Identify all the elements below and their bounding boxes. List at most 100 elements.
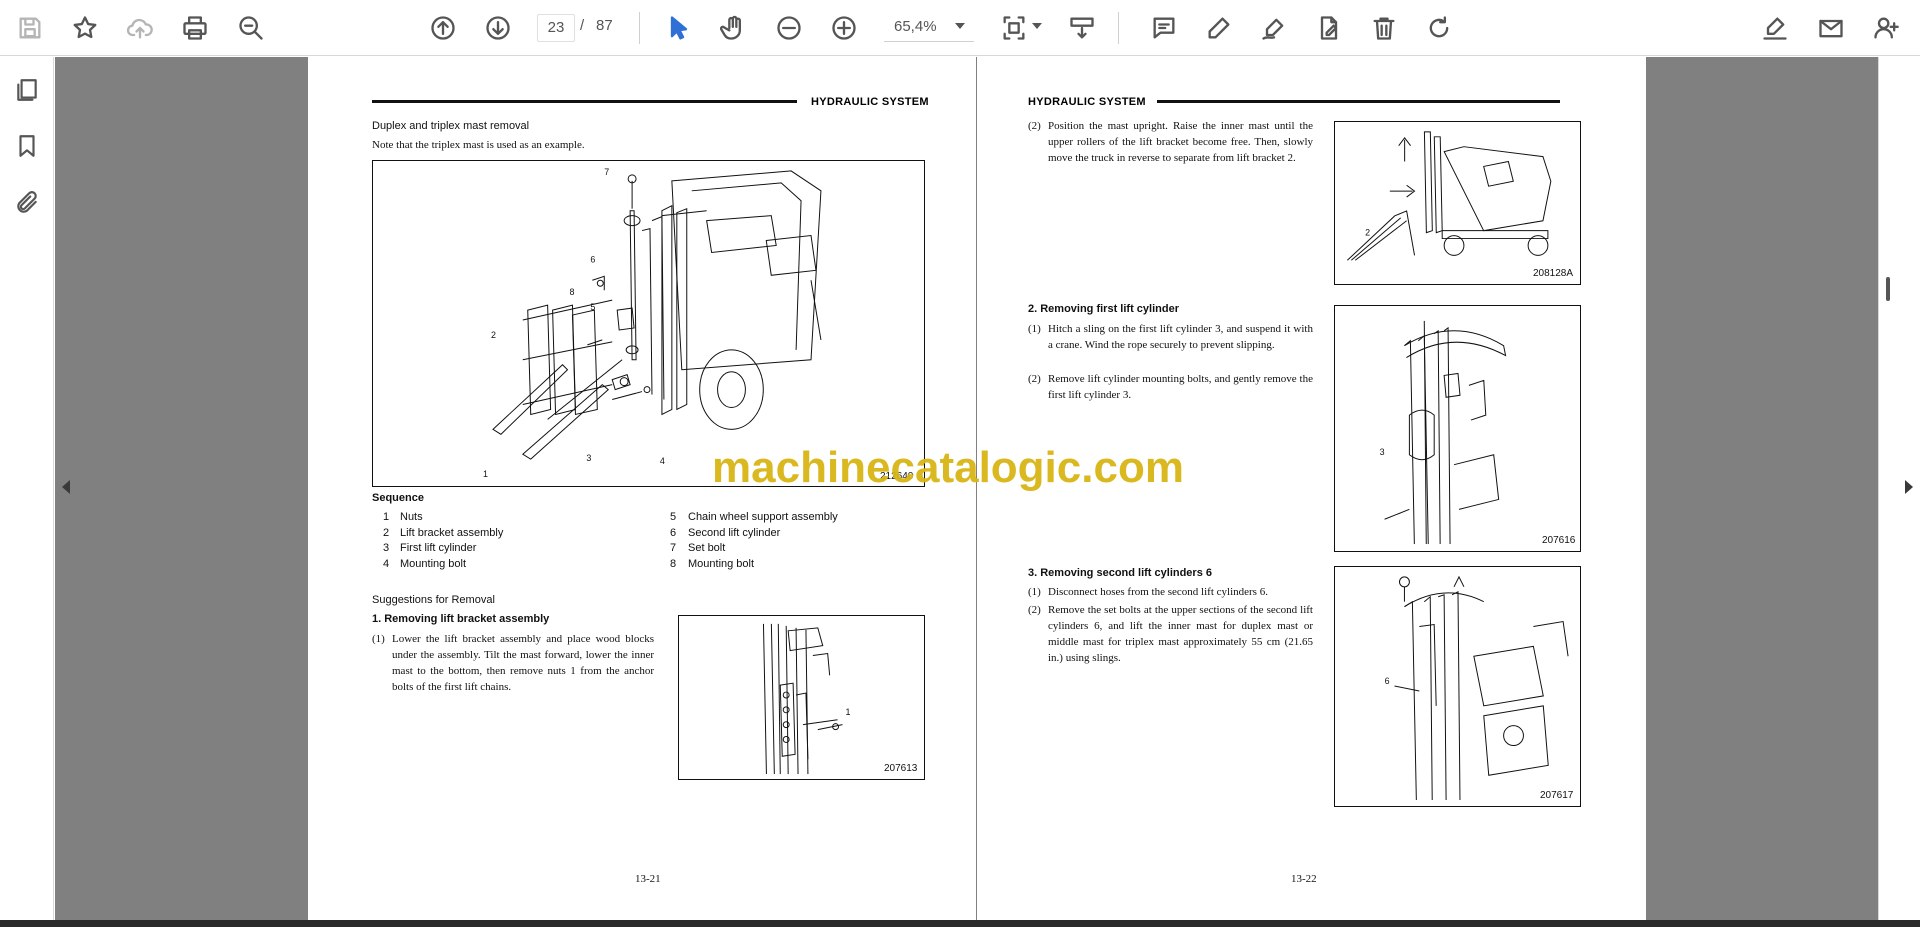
select-cursor-icon[interactable] [661, 10, 697, 46]
page-up-icon[interactable] [425, 10, 461, 46]
callout-3: 3 [586, 453, 591, 463]
toolbar-divider [639, 12, 640, 44]
item-number: (1) [1028, 323, 1041, 335]
page-header: HYDRAULIC SYSTEM [811, 96, 929, 108]
bookmark-icon[interactable] [11, 130, 43, 162]
sequence-item: 4 Mounting bolt [383, 557, 467, 570]
current-page-value: 23 [547, 19, 565, 36]
lift-chain-drawing: 1 [762, 623, 850, 775]
intro-paragraph: (2) Position the mast upright. Raise the… [1028, 118, 1313, 166]
edit-document-icon[interactable] [1311, 10, 1347, 46]
callout-1: 1 [845, 707, 850, 717]
hand-tool-icon[interactable] [716, 10, 752, 46]
scrollbar-thumb[interactable] [1886, 277, 1890, 301]
zoom-out-icon[interactable] [771, 10, 807, 46]
step2-paragraph-2: (2) Remove lift cylinder mounting bolts,… [1028, 371, 1313, 403]
callout-2: 2 [491, 330, 496, 340]
callout-1: 1 [483, 469, 488, 479]
callout-4: 4 [660, 456, 665, 466]
figure-truck-reverse: 2 208128A [1334, 121, 1581, 285]
print-icon[interactable] [177, 10, 213, 46]
step3-paragraph-2: (2) Remove the set bolts at the upper se… [1028, 602, 1313, 666]
figure-id: 207617 [1540, 790, 1574, 801]
zoom-in-icon[interactable] [826, 10, 862, 46]
section-title: Duplex and triplex mast removal [372, 120, 530, 132]
sequence-item: 1 Nuts [383, 511, 423, 523]
page-separator: / [580, 17, 585, 34]
item-number: (1) [1028, 586, 1041, 598]
star-icon[interactable] [67, 10, 103, 46]
expand-right-arrow-icon[interactable] [1905, 480, 1913, 494]
trash-icon[interactable] [1366, 10, 1402, 46]
sequence-item: 8 Mounting bolt [670, 557, 755, 570]
suggestions-heading: Suggestions for Removal [372, 594, 495, 606]
sequence-heading: Sequence [372, 492, 424, 504]
item-text: Disconnect hoses from the second lift cy… [1048, 586, 1268, 598]
step1-paragraph: (1) Lower the lift bracket assembly and … [372, 631, 654, 695]
sequence-list-left: 1 Nuts 2 Lift bracket assembly 3 First lift… [383, 511, 503, 573]
item-number: (2) [1028, 604, 1041, 616]
scroll-mode-icon[interactable] [1064, 10, 1100, 46]
item-number: (1) [372, 633, 385, 645]
sequence-item: 7 Set bolt [670, 542, 726, 554]
page-number: 13-22 [1291, 873, 1317, 885]
chevron-down-icon[interactable] [955, 23, 965, 29]
item-text: Lower the lift bracket assembly and plac… [392, 633, 654, 693]
add-user-icon[interactable] [1868, 10, 1904, 46]
callout-3: 3 [1380, 447, 1385, 457]
save-icon[interactable] [12, 10, 48, 46]
page-number-input[interactable]: 23 [537, 14, 575, 42]
figure-mast-exploded: 7 6 8 5 2 3 1 4 212640 [372, 160, 925, 487]
comment-icon[interactable] [1146, 10, 1182, 46]
fit-page-icon[interactable] [996, 10, 1032, 46]
callout-7: 7 [604, 167, 609, 177]
truck-reverse-drawing: 2 [1347, 131, 1552, 261]
page-number: 13-21 [635, 873, 661, 885]
draw-icon[interactable] [1256, 10, 1292, 46]
pages-thumbnail-icon[interactable] [11, 74, 43, 106]
item-text: Position the mast upright. Raise the inn… [1048, 120, 1313, 164]
watermark-text: machinecatalogic.com [712, 443, 1184, 492]
callout-8: 8 [569, 287, 574, 297]
figure-second-lift-cylinders: 6 207617 [1334, 566, 1581, 807]
callout-6: 6 [590, 254, 595, 264]
figure-id: 208128A [1533, 268, 1574, 279]
chevron-down-icon[interactable] [1032, 23, 1042, 29]
item-number: (2) [1028, 373, 1041, 385]
toolbar: 23 / 87 65,4% [0, 0, 1920, 56]
step3-paragraph-1: (1) Disconnect hoses from the second lif… [1028, 584, 1313, 600]
callout-2: 2 [1365, 228, 1370, 238]
sequence-item: 3 First lift cylinder [383, 542, 477, 554]
section-note: Note that the triplex mast is used as an… [372, 139, 585, 151]
toolbar-divider [1118, 12, 1119, 44]
figure-lift-chain-nuts: 1 207613 [678, 615, 925, 780]
header-rule [1157, 100, 1560, 103]
rotate-icon[interactable] [1421, 10, 1457, 46]
attachment-icon[interactable] [11, 187, 43, 219]
item-text: Hitch a sling on the first lift cylinder… [1048, 323, 1313, 351]
right-panel [1878, 57, 1920, 920]
highlight-pen-icon[interactable] [1201, 10, 1237, 46]
step2-paragraph-1: (1) Hitch a sling on the first lift cyli… [1028, 321, 1313, 353]
step1-heading: 1. Removing lift bracket assembly [372, 613, 550, 625]
sequence-item: 5 Chain wheel support assembly [670, 511, 838, 523]
item-text: Remove the set bolts at the upper sectio… [1048, 604, 1313, 664]
figure-id: 207616 [1542, 535, 1576, 546]
step3-heading: 3. Removing second lift cylinders 6 [1028, 567, 1212, 579]
step2-heading: 2. Removing first lift cylinder [1028, 303, 1179, 315]
callout-5: 5 [590, 302, 595, 312]
figure-first-lift-cylinder: 3 207616 [1334, 305, 1581, 552]
zoom-value: 65,4% [894, 18, 937, 35]
mail-icon[interactable] [1813, 10, 1849, 46]
zoom-search-icon[interactable] [233, 10, 269, 46]
cloud-upload-icon[interactable] [122, 10, 158, 46]
figure-id: 207613 [884, 763, 918, 774]
sequence-item: 6 Second lift cylinder [670, 526, 781, 539]
page-header: HYDRAULIC SYSTEM [1028, 96, 1146, 108]
item-text: Remove lift cylinder mounting bolts, and… [1048, 373, 1313, 401]
total-pages: 87 [596, 17, 613, 34]
sign-icon[interactable] [1757, 10, 1793, 46]
collapse-left-arrow-icon[interactable] [62, 480, 70, 494]
page-down-icon[interactable] [480, 10, 516, 46]
first-lift-cylinder-drawing: 3 [1380, 320, 1507, 545]
